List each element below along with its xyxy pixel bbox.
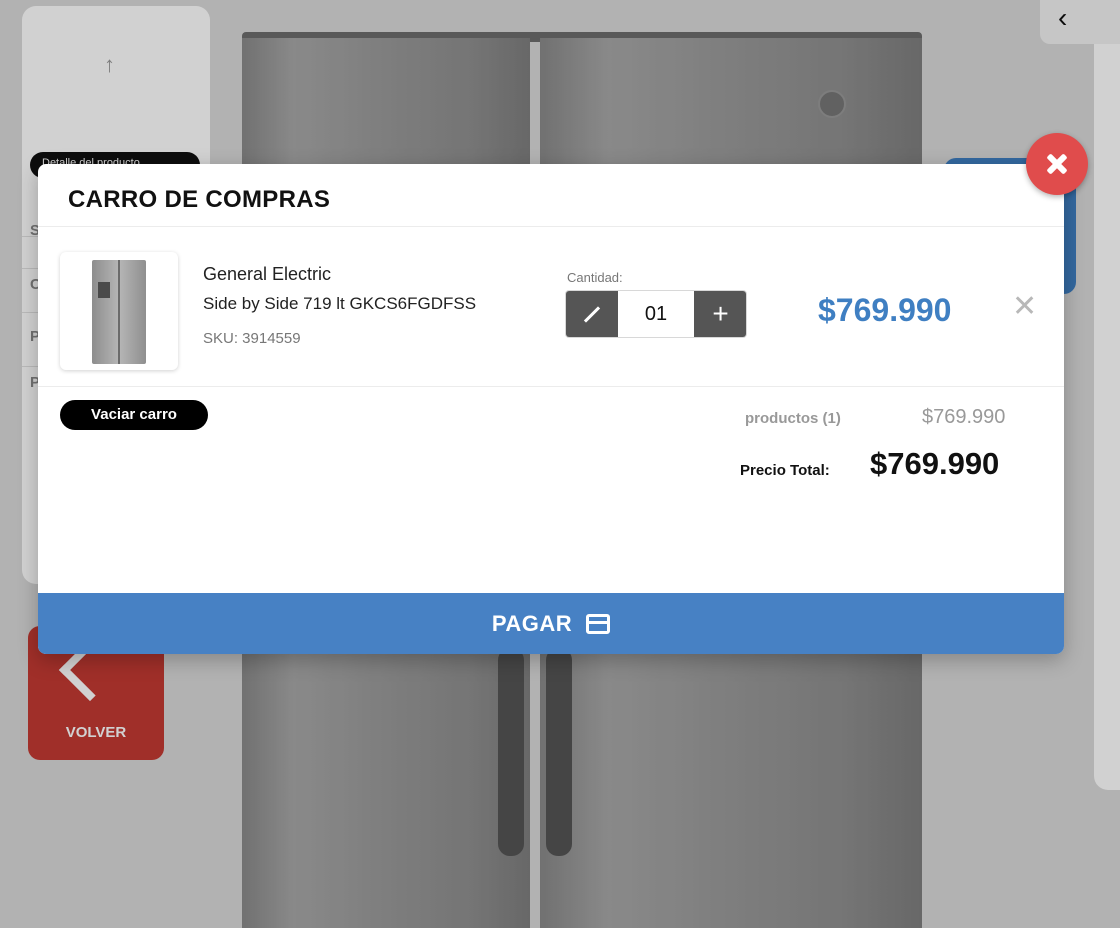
products-subtotal: $769.990 (922, 406, 1006, 428)
quantity-stepper: 01 + (565, 290, 747, 338)
modal-title: CARRO DE COMPRAS (68, 186, 331, 213)
total-label: Precio Total: (740, 462, 830, 479)
products-count-label: productos (1) (745, 410, 841, 427)
divider (38, 226, 1064, 227)
plus-icon: + (712, 298, 729, 329)
credit-card-icon (586, 613, 611, 634)
quantity-label: Cantidad: (567, 270, 623, 285)
pay-button[interactable]: PAGAR (38, 593, 1064, 654)
pay-label: PAGAR (491, 610, 573, 636)
increase-quantity-button[interactable]: + (694, 291, 746, 337)
total-price: $769.990 (870, 446, 1000, 481)
minus-icon (583, 305, 601, 323)
empty-cart-button[interactable]: Vaciar carro (60, 400, 208, 430)
product-brand: General Electric (203, 264, 332, 284)
divider (38, 386, 1064, 387)
product-model: Side by Side 719 lt GKCS6FGDFSS (203, 294, 477, 313)
product-thumbnail (60, 252, 178, 370)
cart-modal: CARRO DE COMPRAS General Electric Side b… (38, 164, 1064, 654)
close-modal-button[interactable] (1026, 133, 1088, 195)
quantity-value[interactable]: 01 (618, 291, 694, 337)
product-sku: SKU: 3914559 (203, 330, 301, 347)
decrease-quantity-button[interactable] (566, 291, 618, 337)
item-price: $769.990 (818, 292, 952, 328)
remove-item-icon[interactable]: ✕ (1012, 292, 1037, 322)
